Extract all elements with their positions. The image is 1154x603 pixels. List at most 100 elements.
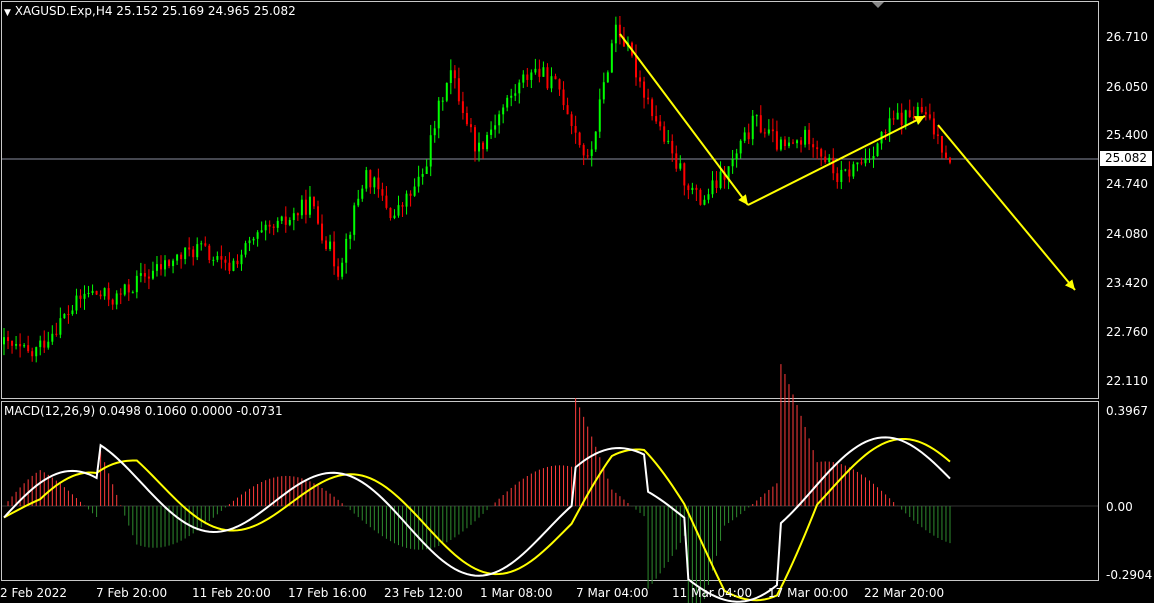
candle-body [200,243,203,245]
price-tick-label: 26.050 [1106,80,1148,94]
price-tick-label: 23.420 [1106,276,1148,290]
candle-body [325,240,328,250]
candle-body [526,74,529,80]
candle-body [260,230,263,233]
candle-body [111,299,114,305]
candle-body [469,124,472,128]
candle-body [473,127,476,152]
candle-body [389,207,392,219]
candle-body [836,173,839,182]
candle-body [31,351,34,357]
candle-body [530,72,533,80]
candle-body [687,185,690,191]
candle-body [264,224,267,231]
candle-body [844,169,847,171]
candle-body [510,95,513,98]
candle-body [220,256,223,260]
candle-body [224,259,227,263]
candle-body [639,77,642,82]
candle-body [123,284,126,295]
candle-body [164,260,167,270]
candle-body [357,198,360,206]
candle-body [361,188,364,199]
candle-body [449,70,452,84]
candle-body [316,206,319,224]
macd-header: MACD(12,26,9) 0.0498 0.1060 0.0000 -0.07… [4,404,283,418]
candle-body [534,68,537,73]
price-tick-label: 26.710 [1106,30,1148,44]
candle-body [872,156,875,159]
candle-body [506,97,509,108]
candle-body [747,132,750,140]
candle-body [514,93,517,96]
chart-canvas [2,2,1098,603]
candle-body [912,116,915,119]
candle-body [932,118,935,135]
candle-body [614,24,617,44]
candle-body [546,67,549,89]
time-tick-label: 7 Feb 20:00 [96,586,168,600]
candle-body [486,134,489,150]
candle-body [232,260,235,271]
candle-body [83,293,86,299]
time-tick-label: 1 Mar 08:00 [480,586,553,600]
candle-body [39,340,42,348]
candle-body [743,132,746,141]
candle-body [425,166,428,175]
candle-body [71,310,74,315]
candle-body [99,294,102,297]
candle-body [369,170,372,188]
candle-body [606,72,609,83]
candle-body [3,337,5,345]
candle-body [321,223,324,241]
time-tick-label: 23 Feb 12:00 [384,586,463,600]
candle-body [820,149,823,157]
candle-body [296,213,299,216]
candle-body [457,78,460,102]
candle-body [936,134,939,136]
candle-body [590,149,593,156]
candle-body [300,199,303,216]
candle-body [107,288,110,300]
candle-body [554,76,557,80]
candle-body [417,176,420,187]
candle-body [502,107,505,115]
candle-body [139,273,142,276]
trend-arrow-up [747,115,926,206]
macd-main-line [3,436,951,603]
candle-body [365,170,368,189]
macd-tick-label: 0.3967 [1106,404,1148,418]
candle-body [304,199,307,215]
candle-body [413,186,416,196]
candle-body [715,180,718,188]
candle-body [341,262,344,277]
candle-body [308,196,311,215]
candle-body [824,156,827,163]
candle-body [79,295,82,299]
candle-body [711,180,714,195]
candle-body [804,129,807,145]
candle-body [208,245,211,260]
candle-body [808,129,811,145]
candle-body [95,290,98,295]
candle-body [594,131,597,150]
candle-body [280,216,283,221]
candle-body [884,131,887,133]
candle-body [792,142,795,144]
candle-body [832,157,835,174]
candle-body [518,82,521,94]
candle-body [180,254,183,260]
candle-body [59,318,62,335]
candle-body [127,284,130,293]
candle-body [377,177,380,190]
candle-body [550,76,553,89]
candle-body [51,333,54,342]
candle-body [679,163,682,169]
time-tick-label: 17 Mar 00:00 [768,586,849,600]
candle-body [586,155,589,157]
candle-body [812,144,815,148]
dropdown-triangle-icon[interactable]: ▼ [4,8,11,18]
candle-body [461,101,464,113]
symbol-header-text: XAGUSD.Exp,H4 25.152 25.169 24.965 25.08… [14,4,296,18]
candle-body [159,264,162,270]
